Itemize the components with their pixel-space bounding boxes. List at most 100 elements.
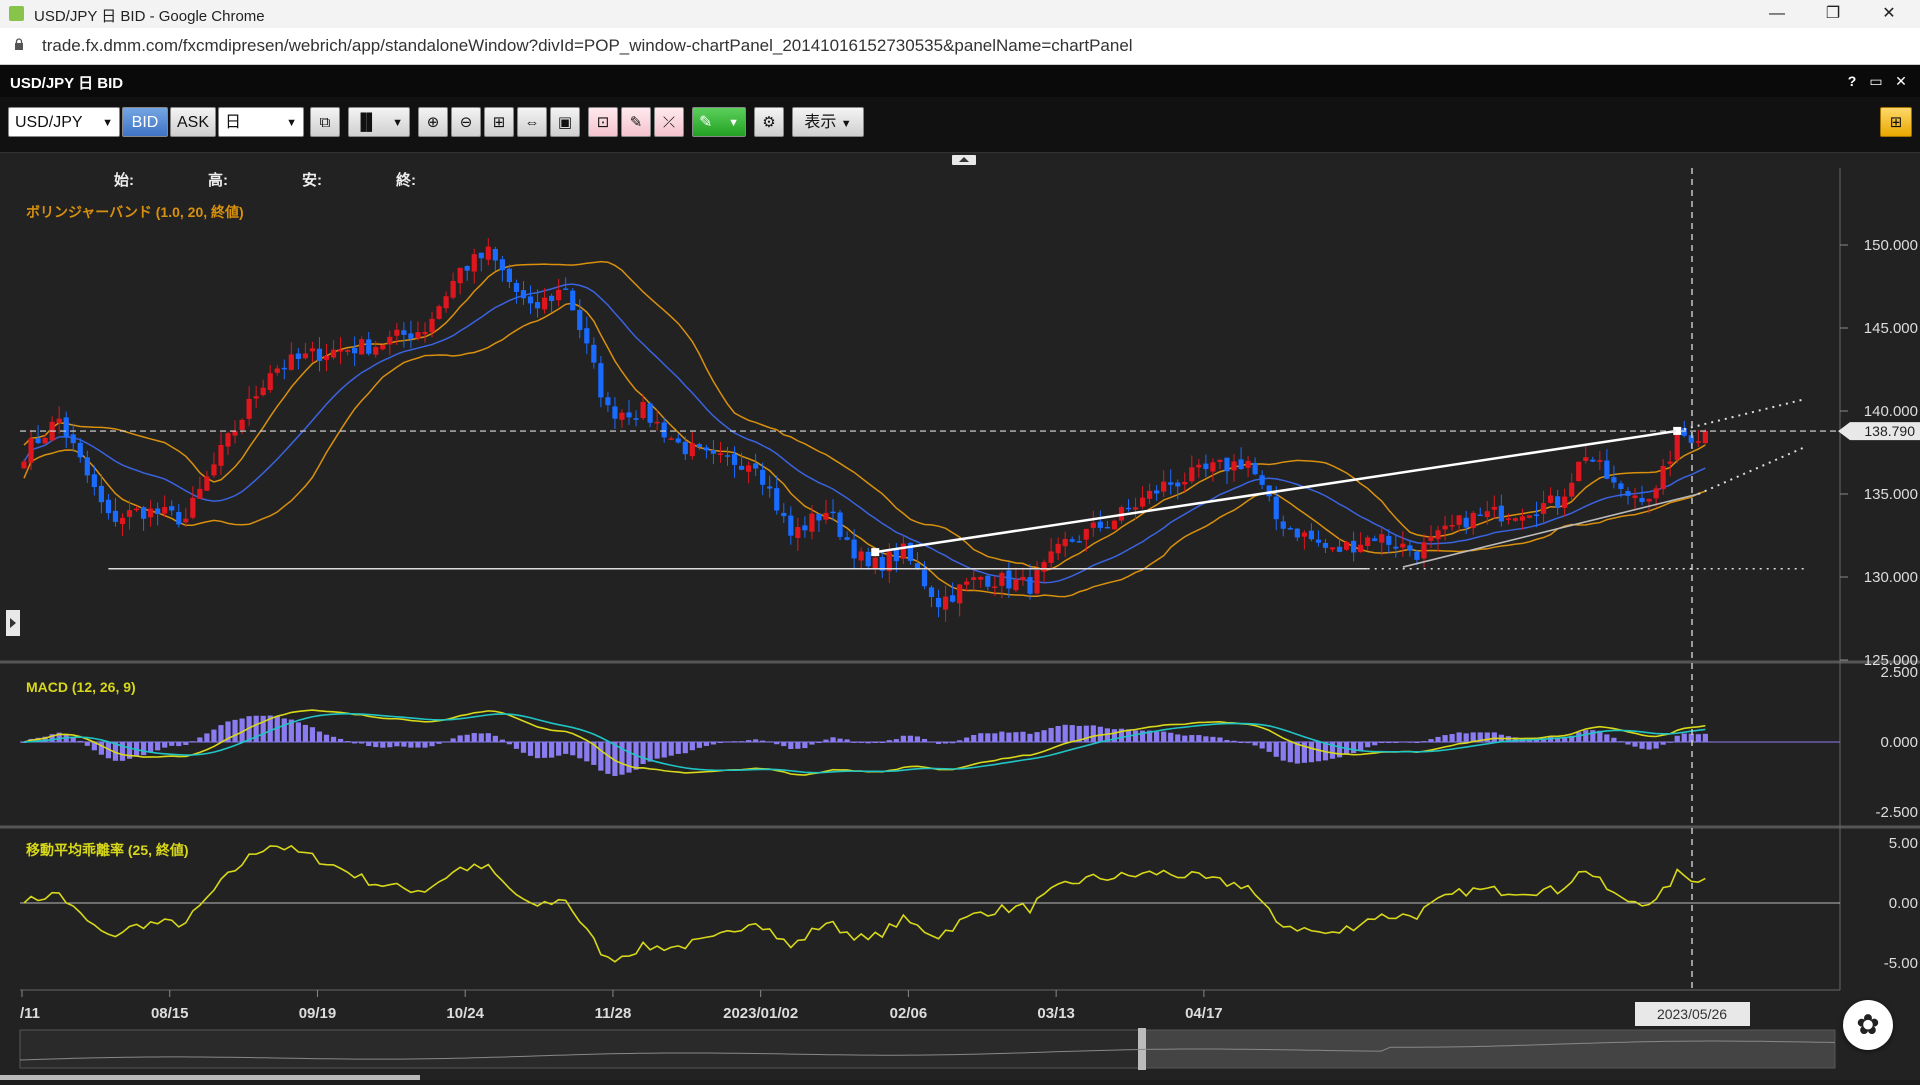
help-button[interactable]: ? xyxy=(1842,71,1862,91)
restore-button[interactable]: ❐ xyxy=(1808,2,1858,26)
y-tick-label: 140.000 xyxy=(1864,403,1918,420)
macd-histogram-bar xyxy=(1132,730,1139,742)
edit-indicator-icon: ✎ xyxy=(629,114,643,131)
macd-histogram-bar xyxy=(1435,736,1441,742)
macd-histogram-bar xyxy=(1013,732,1019,742)
y-tick-label: 150.000 xyxy=(1864,237,1918,254)
url-text[interactable]: trade.fx.dmm.com/fxcmdipresen/webrich/ap… xyxy=(42,36,1133,56)
minimize-button[interactable]: — xyxy=(1752,2,1802,26)
symbol-select[interactable]: USD/JPY ▼ xyxy=(8,107,120,137)
macd-histogram-bar xyxy=(541,742,548,758)
macd-histogram-bar xyxy=(169,742,175,746)
candle-body xyxy=(1287,528,1293,530)
compare-button[interactable]: ⧉ xyxy=(310,107,340,137)
macd-histogram-bar xyxy=(1365,742,1371,748)
candle-body xyxy=(1470,512,1476,529)
candle-body xyxy=(1139,497,1146,507)
macd-histogram-bar xyxy=(717,742,724,743)
candle-body xyxy=(1379,534,1385,543)
macd-histogram-bar xyxy=(527,742,534,756)
fit-width-button[interactable]: ⇔ xyxy=(517,107,547,137)
candle-body xyxy=(1428,536,1434,541)
address-bar[interactable]: trade.fx.dmm.com/fxcmdipresen/webrich/ap… xyxy=(0,28,1920,65)
candle-body xyxy=(710,449,717,454)
macd-histogram-bar xyxy=(992,733,998,742)
x-tick-label: 09/19 xyxy=(299,1005,337,1022)
candle-body xyxy=(1569,482,1575,497)
ask-button[interactable]: ASK xyxy=(170,107,216,137)
macd-histogram-bar xyxy=(1048,727,1054,742)
candle-body xyxy=(119,517,126,525)
macd-histogram-bar xyxy=(1210,736,1216,742)
candle-body xyxy=(689,443,695,457)
candle-body xyxy=(183,518,189,523)
timeframe-select[interactable]: 日 ▼ xyxy=(218,107,304,137)
macd-histogram-bar xyxy=(1238,742,1244,743)
macd-histogram-bar xyxy=(577,742,583,759)
candle-body xyxy=(844,537,850,540)
macd-histogram-bar xyxy=(408,742,414,748)
macd-histogram-bar xyxy=(1421,741,1427,743)
candle-body xyxy=(1351,540,1357,553)
chart-settings-button[interactable]: ⚙ xyxy=(754,107,784,137)
add-panel-button[interactable]: ⊞ xyxy=(484,107,514,137)
display-menu-button[interactable]: 表示 ▼ xyxy=(792,107,864,137)
macd-histogram-bar xyxy=(1336,742,1343,758)
candle-body xyxy=(316,348,323,361)
macd-histogram-bar xyxy=(781,742,787,747)
macd-histogram-bar xyxy=(760,740,766,742)
edit-indicator-button[interactable]: ✎ xyxy=(621,107,651,137)
macd-histogram-bar xyxy=(1674,735,1680,742)
macd-histogram-bar xyxy=(598,742,604,771)
chevron-down-icon: ▼ xyxy=(392,117,403,129)
candle-body xyxy=(1449,525,1455,527)
add-indicator-button[interactable]: ⊡ xyxy=(588,107,618,137)
x-tick-label: 03/13 xyxy=(1037,1005,1075,1022)
zoom-out-button[interactable]: ⊖ xyxy=(451,107,481,137)
candle-body xyxy=(1062,538,1068,547)
bid-button[interactable]: BID xyxy=(122,107,168,137)
macd-histogram-bar xyxy=(1393,742,1399,743)
macd-histogram-bar xyxy=(1576,732,1582,742)
macd-histogram-bar xyxy=(1217,737,1223,742)
macd-histogram-bar xyxy=(563,742,569,754)
candle-body xyxy=(1322,542,1329,548)
candle-body xyxy=(1034,570,1040,594)
candle-body xyxy=(1688,435,1694,443)
macd-histogram-bar xyxy=(731,741,738,743)
screenshot-button[interactable]: ▣ xyxy=(550,107,580,137)
candle-body xyxy=(1653,488,1659,499)
collapse-toolbar-handle[interactable] xyxy=(952,155,976,165)
horizontal-scrollbar[interactable] xyxy=(0,1075,420,1080)
assistant-fab-button[interactable]: ✿ xyxy=(1843,1000,1893,1050)
macd-histogram-bar xyxy=(415,742,421,748)
candle-body xyxy=(563,288,569,290)
candle-body xyxy=(450,280,456,298)
chart-area[interactable]: 始: 高: 安: 終: ボリンジャーバンド (1.0, 20, 終値) MACD… xyxy=(0,153,1920,1080)
zoom-in-button[interactable]: ⊕ xyxy=(418,107,448,137)
expand-side-panel-button[interactable] xyxy=(6,610,20,636)
macd-histogram-bar xyxy=(1414,742,1420,743)
macd-histogram-bar xyxy=(1604,734,1610,742)
x-tick-label: 10/24 xyxy=(446,1005,484,1022)
macd-histogram-bar xyxy=(1027,733,1033,742)
chart-settings-icon: ⚙ xyxy=(762,114,776,131)
high-label: 高: xyxy=(208,171,228,189)
candle-body xyxy=(1210,462,1216,472)
candle-body xyxy=(429,318,435,333)
candle-body xyxy=(1695,441,1701,443)
remove-indicator-button[interactable]: ⤫ xyxy=(654,107,684,137)
close-window-button[interactable]: ✕ xyxy=(1864,2,1914,26)
drawing-tool-select[interactable]: ✎ ▼ xyxy=(692,107,746,137)
macd-histogram-bar xyxy=(879,742,885,743)
layout-button[interactable]: ⊞ xyxy=(1880,107,1912,137)
maximize-panel-button[interactable]: ▭ xyxy=(1866,71,1886,91)
chart-type-select[interactable]: ▐▌ ▼ xyxy=(348,107,410,137)
candle-body xyxy=(1027,577,1033,594)
candle-body xyxy=(366,339,372,354)
candle-body xyxy=(260,387,266,396)
macd-histogram-bar xyxy=(1639,742,1645,749)
close-panel-button[interactable]: ✕ xyxy=(1891,71,1911,91)
price-chart-svg[interactable]: 始: 高: 安: 終: ボリンジャーバンド (1.0, 20, 終値) MACD… xyxy=(0,153,1920,1080)
candle-body xyxy=(436,306,442,319)
